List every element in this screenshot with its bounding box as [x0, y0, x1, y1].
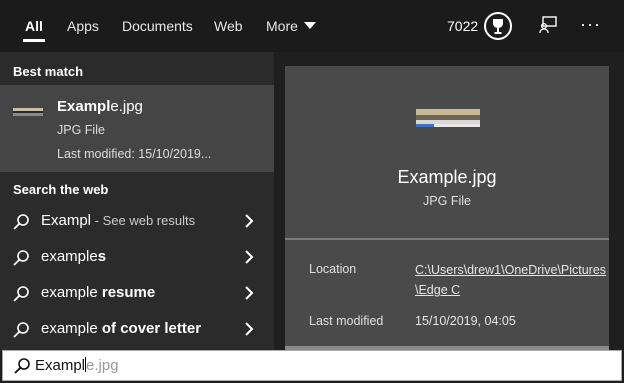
search-query: Example.jpg [35, 357, 119, 374]
search-icon [13, 322, 29, 338]
tab-more-label: More [266, 18, 298, 34]
web-suggestion-label: example of cover letter [41, 320, 202, 337]
search-icon [13, 286, 29, 302]
chevron-right-icon [245, 322, 254, 336]
autocomplete-suggestion: e.jpg [86, 357, 119, 374]
windows-search-panel: All Apps Documents Web More 7022 ··· Bes… [0, 0, 624, 383]
chevron-right-icon [245, 250, 254, 264]
best-match-name: Example.jpg [57, 98, 143, 115]
web-suggestion-label: examples [41, 248, 107, 265]
feedback-icon[interactable] [538, 15, 558, 35]
location-link[interactable]: C:\Users\drew1\OneDrive\Pictures\Edge C [415, 260, 611, 300]
rewards-points: 7022 [447, 18, 479, 34]
search-scope-tabs: All Apps Documents Web More 7022 ··· [0, 0, 624, 52]
search-web-heading: Search the web [13, 182, 109, 197]
preview-pane: Example.jpg JPG File Location C:\Users\d… [285, 66, 609, 350]
web-suggestion-label: Exampl - See web results [41, 212, 196, 229]
chevron-right-icon [245, 214, 254, 228]
best-match-heading: Best match [13, 64, 84, 79]
best-match-type: JPG File [57, 123, 105, 137]
search-icon [13, 250, 29, 266]
best-match-modified: Last modified: 15/10/2019... [57, 147, 212, 161]
web-suggestion[interactable]: example of cover letter [0, 312, 274, 347]
trophy-icon[interactable] [484, 12, 512, 40]
image-thumbnail-icon [13, 108, 43, 116]
web-suggestion-label: example resume [41, 284, 156, 301]
tab-web[interactable]: Web [214, 0, 243, 52]
tab-documents[interactable]: Documents [122, 0, 193, 52]
search-input[interactable]: Example.jpg [2, 350, 622, 381]
tab-apps[interactable]: Apps [67, 0, 99, 52]
web-suggestion[interactable]: examples [0, 240, 274, 275]
preview-file-type: JPG File [423, 194, 471, 208]
search-icon [14, 358, 30, 374]
image-preview-icon [416, 109, 480, 127]
web-suggestion[interactable]: Exampl - See web results [0, 204, 274, 239]
best-match-result[interactable]: Example.jpg JPG File Last modified: 15/1… [0, 85, 274, 172]
modified-label: Last modified [309, 314, 384, 328]
modified-value: 15/10/2019, 04:05 [415, 314, 516, 328]
caret-down-icon [303, 22, 316, 29]
web-suggestion[interactable]: example resume [0, 276, 274, 311]
tab-all[interactable]: All [23, 0, 45, 52]
results-list: Best match Example.jpg JPG File Last mod… [0, 52, 274, 350]
search-icon [13, 214, 29, 230]
preview-file-name: Example.jpg [397, 167, 497, 187]
chevron-right-icon [245, 286, 254, 300]
divider [285, 238, 609, 240]
more-options-icon[interactable]: ··· [580, 0, 601, 52]
tab-more[interactable]: More [266, 0, 316, 52]
location-label: Location [309, 262, 357, 276]
